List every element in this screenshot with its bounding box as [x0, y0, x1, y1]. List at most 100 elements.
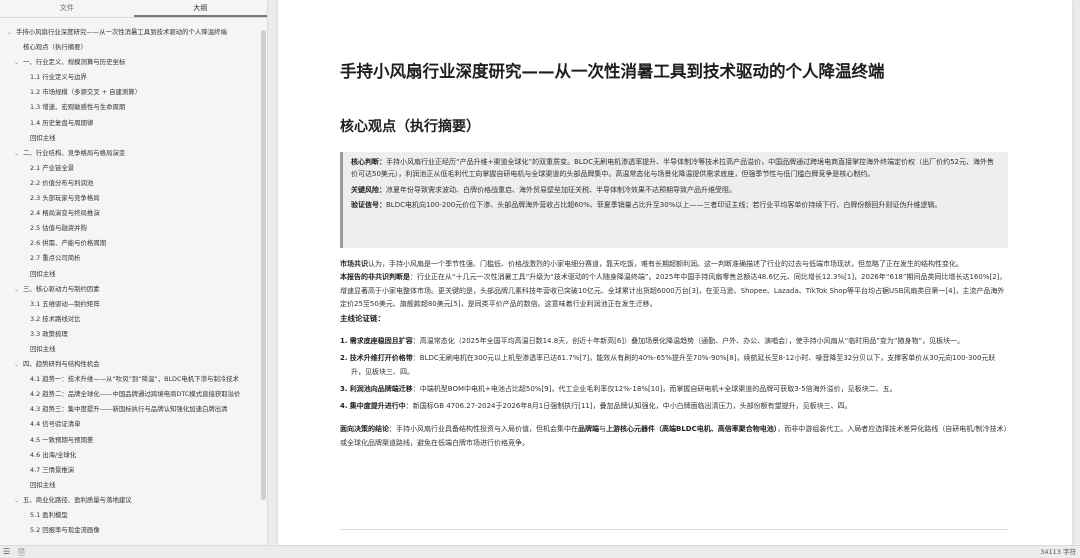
callout-label: 核心判断： [351, 158, 386, 166]
outline-item[interactable]: 2.3 头部玩家与竞争格局 [0, 191, 259, 206]
statusbar-icons: ☰ 🗎 [3, 547, 25, 558]
outline-item[interactable]: 4.1 趋势一：技术升维——从“吹风”到“降温”，BLDC电机下渗与制冷技术 [0, 372, 259, 387]
outline-item-label: 5.2 回报率与现金流画像 [30, 526, 100, 535]
chevron-down-icon[interactable]: ⌄ [14, 55, 19, 70]
outline-item-label: 一、行业定义、规模测算与历史坐标 [23, 58, 126, 67]
chevron-down-icon[interactable]: ⌄ [14, 282, 19, 297]
para-text: 与 [599, 425, 606, 434]
outline-item-label: 2.7 重点公司简析 [30, 254, 81, 263]
tab-outline[interactable]: 大纲 [133, 0, 267, 17]
outline-item[interactable]: 3.2 技术路线对比 [0, 312, 259, 327]
callout-verification: 验证信号：BLDC电机向100-200元价位下渗、头部品牌海外营收占比超60%、… [351, 199, 1000, 211]
callout-text: 凉夏年份导致需求波动、白牌价格战重启、海外贸易壁垒加征关税、半导体制冷效果不达预… [386, 185, 736, 194]
outline-item[interactable]: 1.1 行业定义与边界 [0, 70, 259, 85]
outline-item-label: 2.3 头部玩家与竞争格局 [30, 194, 100, 203]
outline-item-label: 4.3 趋势三：集中度提升——新国标执行与品牌认知强化加速白牌出清 [30, 405, 228, 414]
outline-item[interactable]: 3.3 政策梳理 [0, 327, 259, 342]
outline-item[interactable]: 5.2 回报率与现金流画像 [0, 523, 259, 538]
callout-key-risks: 关键风险：凉夏年份导致需求波动、白牌价格战重启、海外贸易壁垒加征关税、半导体制冷… [351, 184, 1000, 196]
outline-sidebar: 文件 大纲 ⌄ 手持小风扇行业深度研究——从一次性消暑工具到技术驱动的个人降温终端… [0, 0, 268, 545]
outline-item[interactable]: 5.1 盈利模型 [0, 508, 259, 523]
outline-item-label: 核心观点（执行摘要） [23, 43, 87, 52]
outline-item[interactable]: 回扣主线 [0, 267, 259, 282]
outline-item-label: 1.1 行业定义与边界 [30, 73, 87, 82]
outline-item[interactable]: 2.7 重点公司简析 [0, 251, 259, 266]
outline-item[interactable]: 4.6 出海/全球化 [0, 448, 259, 463]
chevron-down-icon[interactable]: ⌄ [14, 146, 19, 161]
outline-item[interactable]: 1.3 增速、宏观敏感性与生命周期 [0, 100, 259, 115]
tab-files[interactable]: 文件 [0, 0, 134, 17]
outline-item[interactable]: 回扣主线 [0, 131, 259, 146]
outline-item[interactable]: 4.7 三情景推演 [0, 463, 259, 478]
outline-item[interactable]: ⌄ 三、核心驱动力与制约因素 [0, 282, 259, 297]
callout-text: BLDC电机向100-200元价位下渗、头部品牌海外营收占比超60%、菲夏季销量… [386, 200, 942, 209]
outline-item[interactable]: 2.4 格局演变与终局推演 [0, 206, 259, 221]
outline-item[interactable]: 1.4 历史复盘与周期律 [0, 116, 259, 131]
outline-item[interactable]: 核心观点（执行摘要） [0, 40, 259, 55]
outline-item-label: 五、商业化路径、盈利质量与落地建议 [23, 495, 132, 504]
outline-item-label: 3.3 政策梳理 [30, 329, 68, 338]
emphasis-text: 品牌端 [578, 425, 599, 434]
outline-item-label: 3.2 技术路线对比 [30, 314, 81, 323]
word-count: 34113 字符 [1040, 548, 1076, 556]
outline-item-label: 4.2 趋势二：品牌全球化——中国品牌通过跨境电商DTC模式直接获取溢价 [30, 390, 241, 399]
outline-item-label: 四、趋势研判与结构性机会 [23, 360, 100, 369]
chevron-down-icon[interactable]: ⌄ [14, 493, 19, 508]
outline-item[interactable]: 2.6 供需、产能与价格周期 [0, 236, 259, 251]
outline-item-label: 4.4 信号验证清单 [30, 420, 81, 429]
outline-item[interactable]: ⌄ 二、行业结构、竞争格局与格局演变 [0, 146, 259, 161]
outline-item-label: 二、行业结构、竞争格局与格局演变 [23, 148, 126, 157]
outline-item[interactable]: 2.2 价值分布与利润池 [0, 176, 259, 191]
outline-item[interactable]: ⌄ 手持小风扇行业深度研究——从一次性消暑工具到技术驱动的个人降温终端 [0, 25, 259, 40]
point-label: 技术升维打开价格带 [349, 354, 413, 363]
outline-item-label: 回扣主线 [30, 480, 56, 489]
outline-item-label: 回扣主线 [30, 269, 56, 278]
outline-item[interactable]: 回扣主线 [0, 342, 259, 357]
outline-item-label: 4.7 三情景推演 [30, 465, 75, 474]
chevron-down-icon[interactable]: ⌄ [7, 25, 12, 40]
point-number: 2. [340, 354, 348, 363]
outline-item[interactable]: ⌄ 四、趋势研判与结构性机会 [0, 357, 259, 372]
point-label: 需求底座稳固且扩容 [349, 337, 413, 346]
status-bar: ☰ 🗎 34113 字符 [0, 545, 1080, 558]
outline-item-label: 1.2 市场规模（多源交叉 + 自建测算） [30, 88, 142, 97]
document-icon[interactable]: 🗎 [18, 547, 24, 558]
outline-item[interactable]: 回扣主线 [0, 478, 259, 493]
outline-item[interactable]: ⌄ 一、行业定义、规模测算与历史坐标 [0, 55, 259, 70]
callout-label: 验证信号： [351, 200, 386, 209]
outline-item[interactable]: 4.5 一致预期与预期差 [0, 433, 259, 448]
outline-item[interactable]: ⌄ 五、商业化路径、盈利质量与落地建议 [0, 493, 259, 508]
non-consensus-paragraph: 本报告的非共识判断是：行业正在从“十几元一次性消暑工具”升级为“技术驱动的个人随… [340, 271, 1008, 311]
chevron-down-icon[interactable]: ⌄ [14, 357, 19, 372]
para-label: 面向决策的结论 [340, 425, 389, 434]
para-text: ：手持小风扇行业具备结构性投资与入局价值，但机会集中在 [389, 425, 578, 434]
outline-item[interactable]: 4.4 信号验证清单 [0, 417, 259, 432]
outline-item[interactable]: 2.1 产业链全景 [0, 161, 259, 176]
document-body: 市场共识认为，手持小风扇是一个季节性强、门槛低、价格战激烈的小家电细分赛道，靠天… [340, 258, 1008, 450]
document-title: 手持小风扇行业深度研究——从一次性消暑工具到技术驱动的个人降温终端 [340, 62, 885, 81]
list-icon[interactable]: ☰ [3, 547, 10, 558]
callout-text: 手持小风扇行业正经历“产品升维+渠道全球化”的双重质变。BLDC无刷电机渗透率提… [351, 158, 995, 179]
outline-item[interactable]: 3.1 五维驱动—制约矩阵 [0, 297, 259, 312]
para-label: 市场共识 [340, 260, 368, 268]
outline-item-label: 3.1 五维驱动—制约矩阵 [30, 299, 100, 308]
thesis-heading: 主线论证链： [340, 314, 385, 324]
outline-item[interactable]: 4.3 趋势三：集中度提升——新国标执行与品牌认知强化加速白牌出清 [0, 402, 259, 417]
outline-item[interactable]: 1.2 市场规模（多源交叉 + 自建测算） [0, 85, 259, 100]
sidebar-scrollbar[interactable] [261, 30, 266, 500]
outline-item-label: 4.5 一致预期与预期差 [30, 435, 94, 444]
list-item: 3. 利润池向品牌端迁移：中端机型BOM中电机+电池占比超50%[9]，代工企业… [340, 383, 1008, 396]
outline-item-label: 4.6 出海/全球化 [30, 450, 77, 459]
point-text: ：中端机型BOM中电机+电池占比超50%[9]，代工企业毛利率仅12%-18%[… [412, 384, 897, 393]
document-page: 手持小风扇行业深度研究——从一次性消暑工具到技术驱动的个人降温终端 核心观点（执… [278, 0, 1072, 545]
point-label: 利润池向品牌端迁移 [349, 384, 413, 393]
emphasis-text: 上游核心元器件（高端BLDC电机、高倍率聚合物电池） [606, 425, 778, 434]
outline-item-label: 1.3 增速、宏观敏感性与生命周期 [30, 103, 126, 112]
outline-item[interactable]: 4.2 趋势二：品牌全球化——中国品牌通过跨境电商DTC模式直接获取溢价 [0, 387, 259, 402]
market-consensus-paragraph: 市场共识认为，手持小风扇是一个季节性强、门槛低、价格战激烈的小家电细分赛道，靠天… [340, 258, 1008, 271]
outline-item[interactable]: 2.5 估值与融资并购 [0, 221, 259, 236]
outline-item-label: 手持小风扇行业深度研究——从一次性消暑工具到技术驱动的个人降温终端 [16, 28, 227, 36]
outline-item-label: 三、核心驱动力与制约因素 [23, 284, 100, 293]
outline-item-label: 5.1 盈利模型 [30, 511, 68, 519]
point-text: ：BLDC无刷电机在300元以上机型渗透率已达61.7%[7]，能效从有刷的40… [351, 354, 996, 376]
